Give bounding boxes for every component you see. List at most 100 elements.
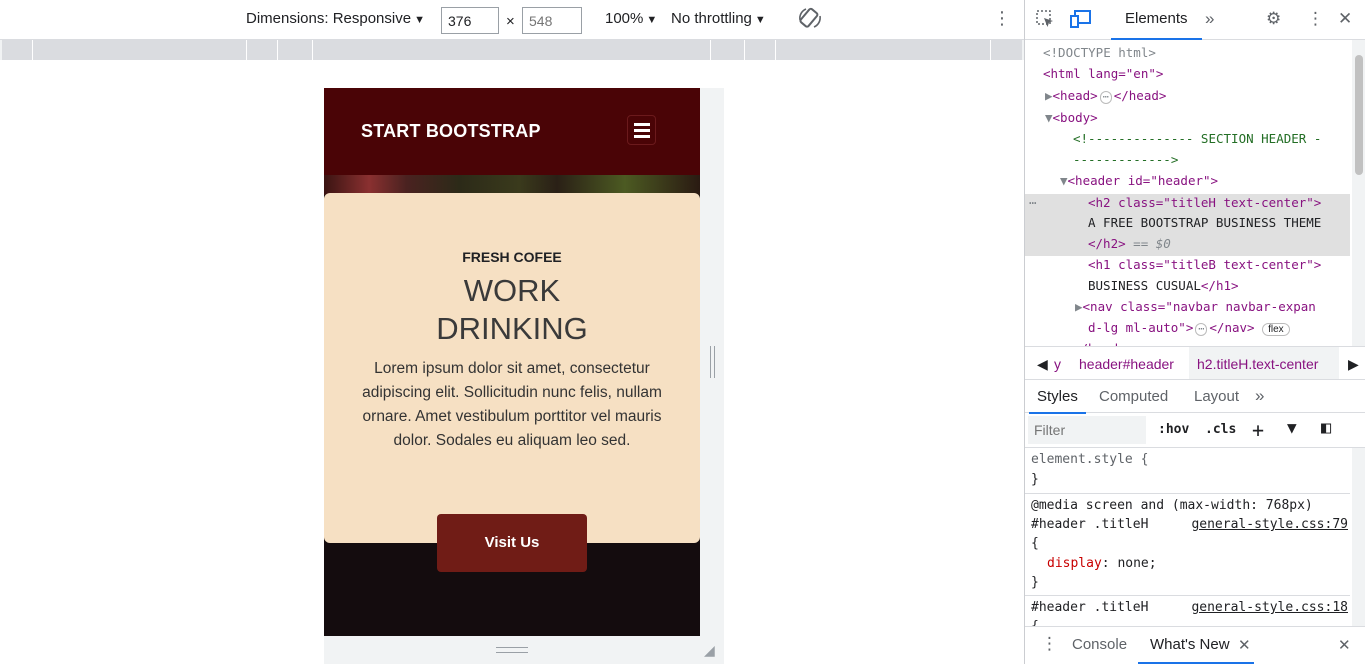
more-tabs-icon[interactable]: » (1255, 386, 1264, 406)
zoom-dropdown[interactable]: 100% ▼ (605, 10, 657, 27)
intro-heading: WORK DRINKING (324, 272, 700, 348)
breadcrumb-item-2[interactable]: header#header (1079, 356, 1174, 372)
resize-handle-right[interactable] (710, 346, 715, 378)
rule2-open: { (1031, 617, 1039, 626)
dom-nav-close: </nav> (1209, 320, 1255, 335)
element-style-selector[interactable]: element.style { (1031, 450, 1148, 470)
breadcrumb-left-arrow-icon[interactable]: ◀ (1037, 356, 1048, 373)
tab-styles[interactable]: Styles (1029, 388, 1086, 414)
dom-h1-close: </h1> (1200, 278, 1239, 293)
dom-h2-open[interactable]: <h2 class="titleH text-center"> (1088, 192, 1321, 213)
close-drawer-icon[interactable]: ✕ (1338, 636, 1351, 654)
tab-computed[interactable]: Computed (1099, 388, 1168, 405)
new-rule-icon[interactable]: + (1252, 418, 1264, 442)
caret-down-icon: ▼ (754, 14, 766, 26)
throttling-dropdown[interactable]: No throttling ▼ (671, 10, 766, 27)
styles-filter-input[interactable] (1028, 416, 1146, 444)
resize-handle-bottom[interactable] (496, 647, 528, 653)
throttling-label: No throttling (671, 10, 752, 27)
dom-nav[interactable]: ▶<nav class="navbar navbar-expan (1075, 296, 1316, 317)
dom-head-close: </head> (1113, 88, 1167, 103)
rule2-source-link[interactable]: general-style.css:18 (1191, 598, 1348, 618)
sidebar-toggle-icon[interactable]: ◧ (1321, 418, 1331, 438)
dom-head-tag: <head> (1052, 88, 1098, 103)
rule1-selector[interactable]: #header .titleH (1031, 515, 1148, 535)
inspect-element-icon[interactable] (1035, 9, 1055, 34)
styles-subtabs: Styles Computed Layout » (1025, 380, 1365, 414)
breadcrumb-item-1[interactable]: y (1054, 356, 1061, 372)
hamburger-menu-icon[interactable] (627, 115, 656, 145)
resize-corner-icon[interactable]: ◢ (704, 642, 715, 659)
dom-h1-open[interactable]: <h1 class="titleB text-center"> (1088, 254, 1321, 275)
dom-header[interactable]: ▼<header id="header"> (1060, 170, 1218, 191)
device-toggle-icon[interactable] (1070, 9, 1092, 34)
intro-kicker: FRESH COFEE (462, 249, 562, 265)
dom-h2-text[interactable]: A FREE BOOTSTRAP BUSINESS THEME (1088, 212, 1321, 233)
dom-comment-line2[interactable]: -------------> (1073, 149, 1178, 170)
dom-nav-open: <nav class="navbar navbar-expan (1082, 299, 1316, 314)
rule1-source-link[interactable]: general-style.css:79 (1191, 515, 1348, 535)
dom-doctype[interactable]: <!DOCTYPE html> (1043, 42, 1156, 63)
dimensions-dropdown[interactable]: Dimensions: Responsive ▼ (246, 10, 425, 27)
rule1-declaration[interactable]: display: none; (1047, 554, 1157, 574)
breadcrumb-item-3[interactable]: h2.titleH.text-center (1197, 356, 1318, 372)
ellipsis-icon[interactable]: ⋯ (1195, 323, 1208, 336)
selected-marker: == $0 (1133, 236, 1171, 251)
breadcrumb-right-arrow-icon[interactable]: ▶ (1348, 356, 1359, 373)
flex-badge[interactable]: flex (1262, 323, 1290, 336)
ellipsis-icon[interactable]: ⋯ (1099, 91, 1112, 104)
visit-us-button[interactable]: Visit Us (437, 514, 587, 572)
site-brand[interactable]: START BOOTSTRAP (361, 121, 541, 142)
intro-heading-line1: WORK (463, 273, 561, 308)
more-options-icon[interactable]: ⋮ (993, 8, 1011, 29)
node-actions-icon[interactable]: ⋯ (1029, 192, 1037, 213)
drawer-menu-icon[interactable]: ⋮ (1041, 634, 1058, 654)
height-input[interactable] (522, 7, 582, 34)
rule1-open: { (1031, 536, 1039, 551)
site-navbar: START BOOTSTRAP (324, 88, 700, 175)
dom-body[interactable]: ▼<body> (1045, 107, 1098, 128)
dom-nav-line2[interactable]: d-lg ml-auto"> ⋯ </nav> flex (1088, 317, 1290, 340)
rotate-icon[interactable] (798, 6, 822, 36)
gear-icon[interactable]: ⚙ (1266, 9, 1281, 29)
hov-toggle[interactable]: :hov (1158, 422, 1189, 437)
tab-elements[interactable]: Elements (1111, 10, 1201, 40)
dom-h1-text: BUSINESS CUSUAL (1088, 278, 1201, 293)
dom-html[interactable]: <html lang="en"> (1043, 63, 1163, 84)
prop-value[interactable]: none; (1117, 556, 1156, 571)
dom-comment-line1[interactable]: <!-------------- SECTION HEADER - (1073, 128, 1321, 149)
styles-scrollbar[interactable] (1352, 448, 1365, 626)
more-options-icon[interactable]: ⋮ (1307, 9, 1324, 29)
width-input[interactable] (441, 7, 499, 34)
close-icon[interactable]: ✕ (1338, 9, 1352, 29)
devtools-tabbar: Elements » ⚙ ⋮ ✕ (1025, 0, 1365, 40)
rule2-selector[interactable]: #header .titleH (1031, 598, 1148, 618)
collapse-arrow-icon[interactable]: ▼ (1060, 173, 1068, 188)
breadcrumb: ◀ y header#header h2.titleH.text-center … (1025, 346, 1365, 380)
intro-card: FRESH COFEE WORK DRINKING Lorem ipsum do… (324, 193, 700, 543)
emulated-page: START BOOTSTRAP FRESH COFEE WORK DRINKIN… (324, 88, 700, 636)
dom-header-close[interactable]: </header> (1073, 338, 1141, 346)
expand-arrow-icon[interactable]: ▶ (1075, 299, 1083, 314)
dimensions-label: Dimensions: Responsive (246, 10, 412, 27)
expand-arrow-icon[interactable]: ▶ (1045, 88, 1053, 103)
collapse-arrow-icon[interactable]: ▼ (1045, 110, 1053, 125)
dom-h2-close[interactable]: </h2> == $0 (1088, 233, 1171, 254)
dom-head[interactable]: ▶<head> ⋯ </head> (1045, 85, 1166, 108)
device-toolbar: Dimensions: Responsive▼ × 100%▼ No throt… (0, 0, 1024, 40)
close-tab-icon[interactable]: ✕ (1238, 636, 1251, 654)
paint-brush-icon[interactable]: ▼ (1287, 418, 1297, 437)
devtools-drawer: ⋮ Console What's New ✕ ✕ (1025, 626, 1365, 664)
dom-h1-line[interactable]: BUSINESS CUSUAL</h1> (1088, 275, 1239, 296)
tab-layout[interactable]: Layout (1194, 388, 1239, 405)
dom-h2-close-tag: </h2> (1088, 236, 1126, 251)
cls-toggle[interactable]: .cls (1205, 422, 1236, 437)
dom-scrollbar-thumb[interactable] (1355, 55, 1363, 175)
tab-console[interactable]: Console (1072, 636, 1127, 653)
tab-whats-new[interactable]: What's New (1138, 636, 1253, 664)
caret-down-icon: ▼ (414, 14, 425, 26)
caret-down-icon: ▼ (646, 14, 658, 26)
more-tabs-icon[interactable]: » (1205, 9, 1214, 29)
prop-name[interactable]: display (1047, 556, 1102, 571)
device-emulation-area: Dimensions: Responsive▼ × 100%▼ No throt… (0, 0, 1024, 664)
